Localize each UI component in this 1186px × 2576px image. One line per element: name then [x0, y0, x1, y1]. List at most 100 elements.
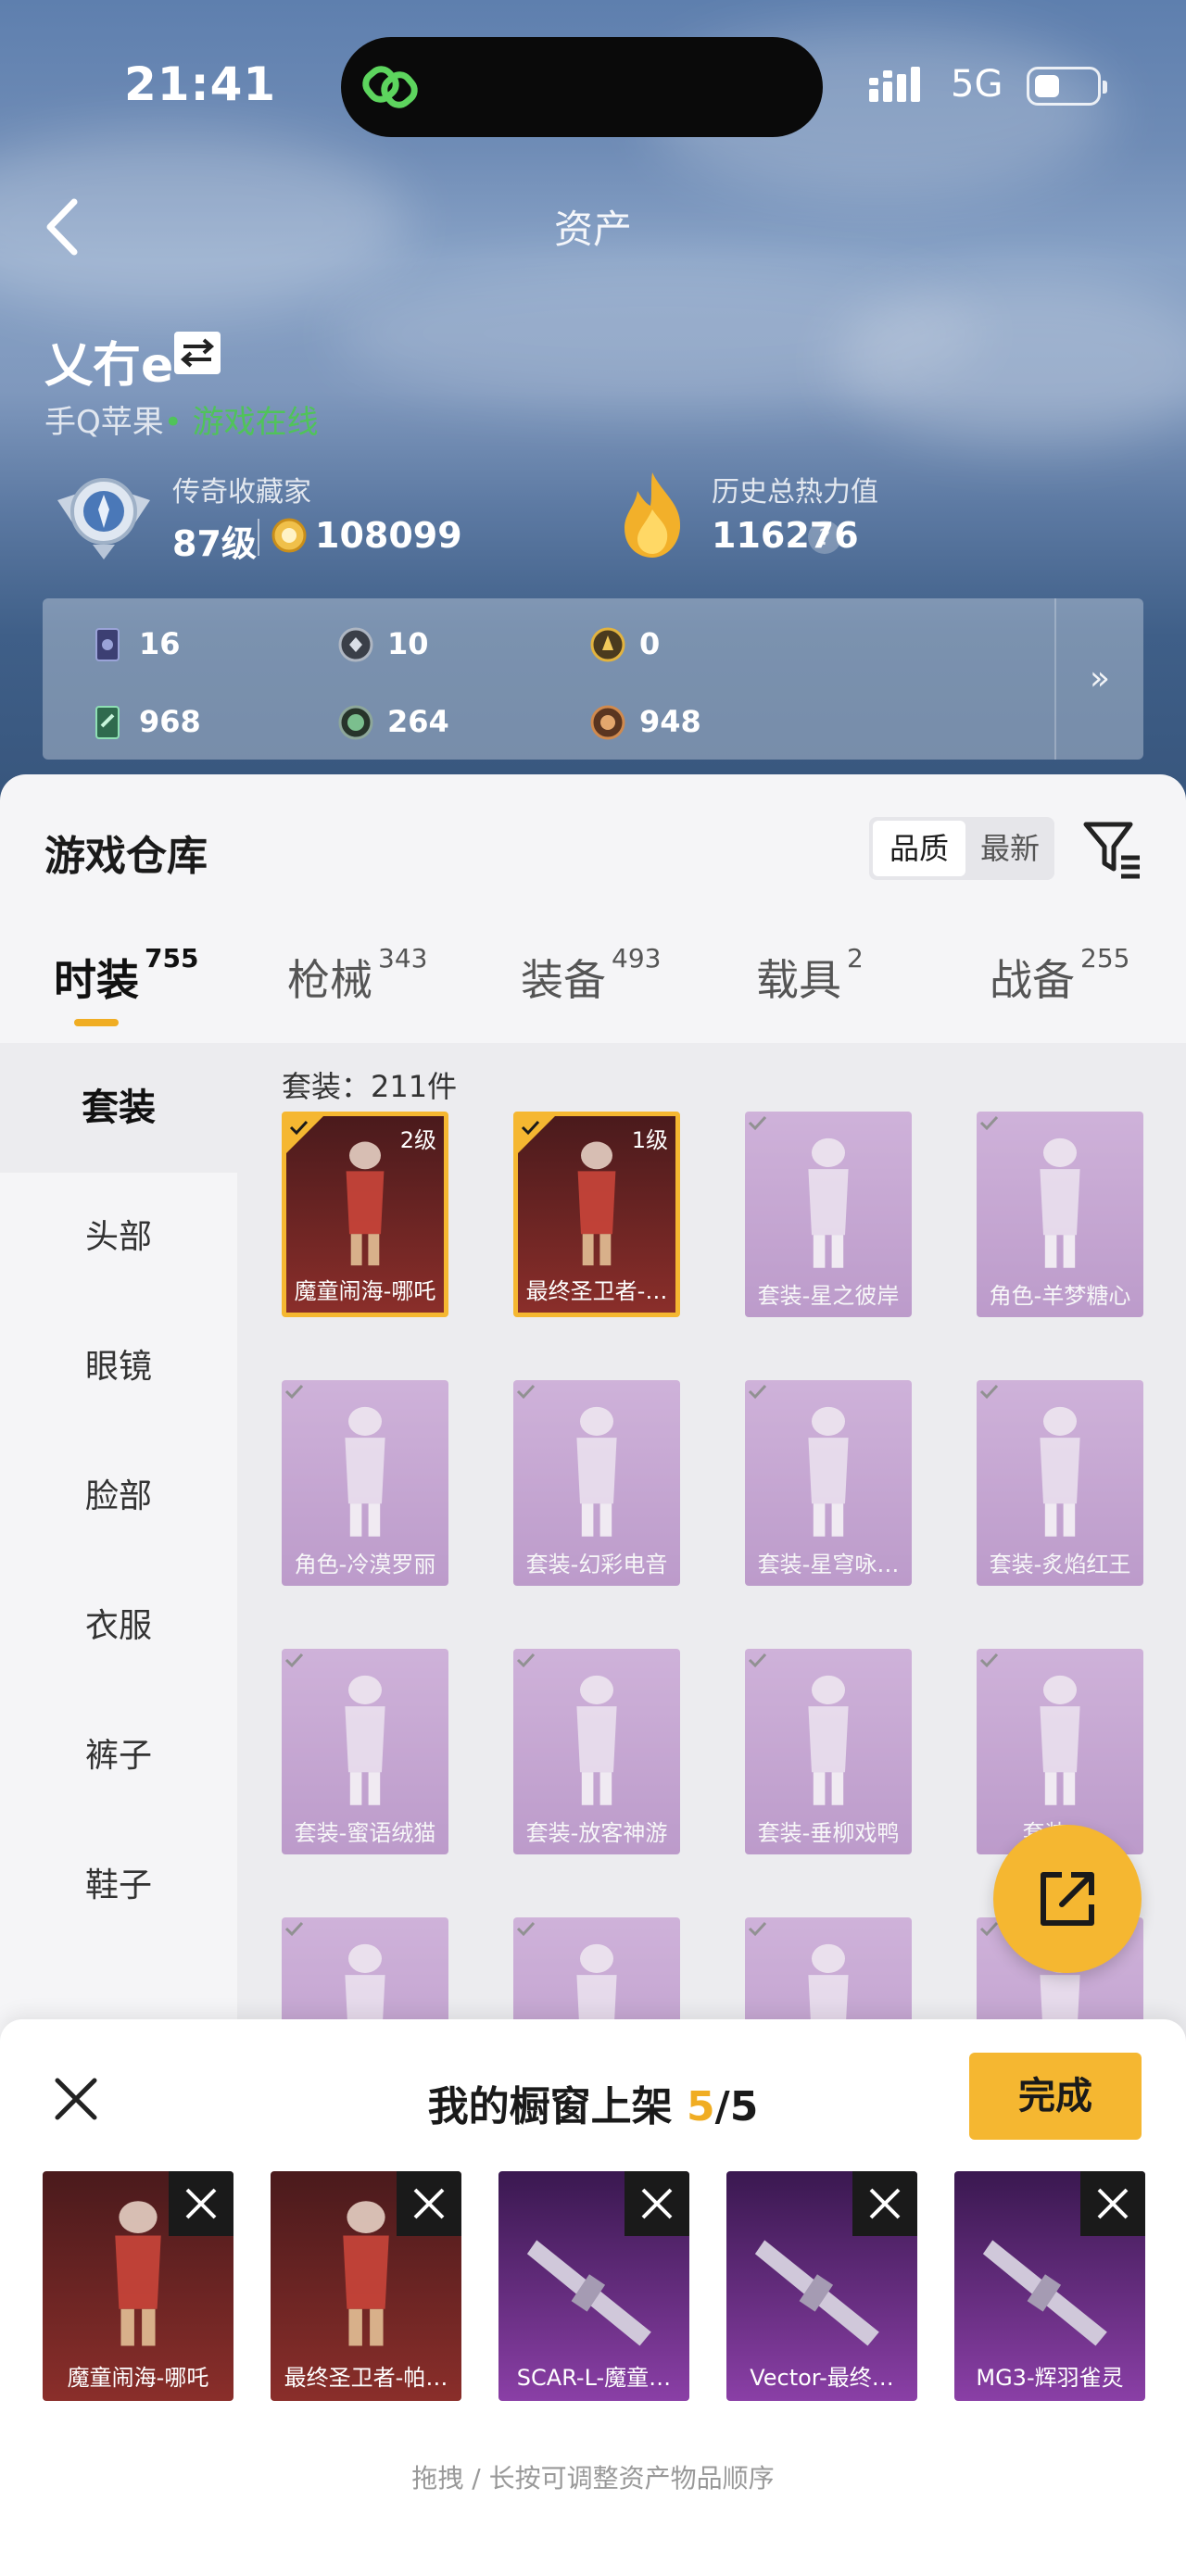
tab-label: 装备	[521, 955, 606, 1005]
done-button[interactable]: 完成	[969, 2053, 1142, 2140]
remove-slot-button[interactable]	[852, 2171, 917, 2236]
sidebar-item-glasses[interactable]: 眼镜	[0, 1302, 237, 1432]
checkmark-icon	[516, 1384, 536, 1400]
sidebar-item-clothes[interactable]: 衣服	[0, 1562, 237, 1691]
item-card[interactable]: 套装-星之彼岸	[745, 1112, 912, 1317]
tab-label: 时装	[54, 955, 139, 1005]
item-name: 套装-幻彩电音	[525, 1552, 668, 1577]
sidebar-item-suit[interactable]: 套装	[0, 1043, 237, 1173]
checkmark-icon	[516, 1652, 536, 1668]
flame-icon	[625, 472, 681, 558]
checkmark-icon	[284, 1384, 304, 1400]
item-card[interactable]: 2级 魔童闹海-哪吒	[282, 1112, 448, 1317]
stat-value: 948	[639, 704, 701, 739]
remove-slot-button[interactable]	[397, 2171, 461, 2236]
slot-name: 魔童闹海-哪吒	[67, 2365, 209, 2391]
showcase-total-count: /5	[714, 2083, 759, 2130]
switch-account-icon[interactable]	[174, 332, 221, 374]
item-card[interactable]: 套装-…	[977, 1649, 1143, 1854]
checkmark-icon	[748, 1652, 767, 1668]
item-name: 套装-垂柳戏鸭	[757, 1820, 900, 1846]
coin-icon	[271, 518, 307, 553]
item-card[interactable]: 套装-放客神游	[513, 1649, 680, 1854]
tab-count: 2	[847, 943, 864, 974]
stat-value: 0	[639, 626, 661, 661]
card-icon	[95, 628, 120, 661]
coin-value: 108099	[315, 515, 462, 556]
collector-medal-icon	[57, 478, 150, 559]
sidebar-item-shoes[interactable]: 鞋子	[0, 1821, 237, 1951]
remove-slot-button[interactable]	[1080, 2171, 1145, 2236]
sidebar-item-pants[interactable]: 裤子	[0, 1691, 237, 1821]
tab-weapons[interactable]: 枪械 343	[287, 943, 427, 1008]
slot-name: MG3-辉羽雀灵	[976, 2365, 1124, 2391]
platform-status: 手Q苹果• 游戏在线	[44, 396, 319, 442]
close-icon	[641, 2188, 673, 2219]
page-title: 资产	[553, 207, 632, 252]
status-bar: 21:41 5G	[0, 0, 1186, 176]
slot-name: 最终圣卫者-帕…	[284, 2365, 448, 2391]
item-name: 套装-星穹咏…	[757, 1552, 900, 1577]
remove-slot-button[interactable]	[625, 2171, 689, 2236]
sort-latest-button[interactable]: 最新	[965, 817, 1054, 880]
checkmark-icon	[518, 1116, 555, 1153]
external-link-icon	[1041, 1872, 1094, 1926]
tab-label: 战备	[990, 955, 1075, 1005]
checkmark-icon	[516, 1921, 536, 1937]
dynamic-island	[341, 37, 823, 137]
orb-icon	[338, 705, 373, 740]
resource-stats: 16 10 0 968 264 948 »	[43, 598, 1143, 760]
close-icon	[869, 2188, 901, 2219]
tab-fashion[interactable]: 时装 755	[54, 943, 198, 1008]
tab-count: 255	[1080, 943, 1130, 974]
remove-slot-button[interactable]	[169, 2171, 233, 2236]
tab-equipment[interactable]: 装备 493	[521, 943, 661, 1008]
item-card[interactable]: 角色-冷漠罗丽	[282, 1380, 448, 1586]
item-name: 最终圣卫者-…	[525, 1278, 668, 1304]
item-card[interactable]: 套装-垂柳戏鸭	[745, 1649, 912, 1854]
sort-quality-button[interactable]: 品质	[873, 821, 965, 876]
help-icon[interactable]: ?	[808, 521, 841, 554]
link-icon	[362, 66, 418, 108]
item-card[interactable]: 套装-蜜语绒猫	[282, 1649, 448, 1854]
item-card[interactable]: 套装-幻彩电音	[513, 1380, 680, 1586]
showcase-slot[interactable]: 最终圣卫者-帕…	[271, 2171, 461, 2401]
item-card[interactable]: 套装-星穹咏…	[745, 1380, 912, 1586]
item-level: 1级	[631, 1127, 668, 1153]
stat-value: 968	[139, 704, 201, 739]
tab-vehicles[interactable]: 载具 2	[756, 943, 864, 1008]
heat-label: 历史总热力值	[712, 476, 878, 509]
online-status: • 游戏在线	[163, 404, 319, 441]
silver-medal-icon	[338, 627, 373, 662]
voucher-icon	[95, 706, 120, 739]
warehouse-title: 游戏仓库	[44, 833, 208, 880]
item-name: 角色-冷漠罗丽	[294, 1552, 436, 1577]
status-time: 21:41	[124, 57, 277, 111]
share-button[interactable]	[993, 1825, 1142, 1973]
showcase-slot[interactable]: 魔童闹海-哪吒	[43, 2171, 233, 2401]
signal-icon	[869, 67, 920, 102]
tab-label: 载具	[756, 955, 841, 1005]
tab-supplies[interactable]: 战备 255	[990, 943, 1129, 1008]
tab-label: 枪械	[287, 955, 372, 1005]
checkmark-icon	[979, 1652, 999, 1668]
filter-icon[interactable]	[1080, 815, 1145, 880]
reorder-hint: 拖拽 / 长按可调整资产物品顺序	[411, 2463, 775, 2494]
checkmark-icon	[979, 1384, 999, 1400]
battery-icon	[1027, 67, 1107, 106]
checkmark-icon	[748, 1115, 767, 1131]
checkmark-icon	[748, 1384, 767, 1400]
sort-toggle: 品质 最新	[869, 817, 1054, 880]
item-card[interactable]: 1级最终圣卫者-…	[513, 1112, 680, 1317]
sidebar-item-head[interactable]: 头部	[0, 1173, 237, 1302]
checkmark-icon	[748, 1921, 767, 1937]
sidebar-item-face[interactable]: 脸部	[0, 1432, 237, 1562]
tab-count: 755	[145, 943, 199, 974]
item-card[interactable]: 套装-炙焰红王	[977, 1380, 1143, 1586]
showcase-slot[interactable]: SCAR-L-魔童…	[498, 2171, 689, 2401]
profile-header: 21:41 5G 资产 乂冇e 手Q苹果• 游戏在线 传奇收藏家 87级 108…	[0, 0, 1186, 815]
item-card[interactable]: 角色-羊梦糖心	[977, 1112, 1143, 1317]
showcase-slot[interactable]: MG3-辉羽雀灵	[954, 2171, 1145, 2401]
stats-expand-button[interactable]: »	[1054, 598, 1143, 760]
showcase-slot[interactable]: Vector-最终…	[726, 2171, 917, 2401]
